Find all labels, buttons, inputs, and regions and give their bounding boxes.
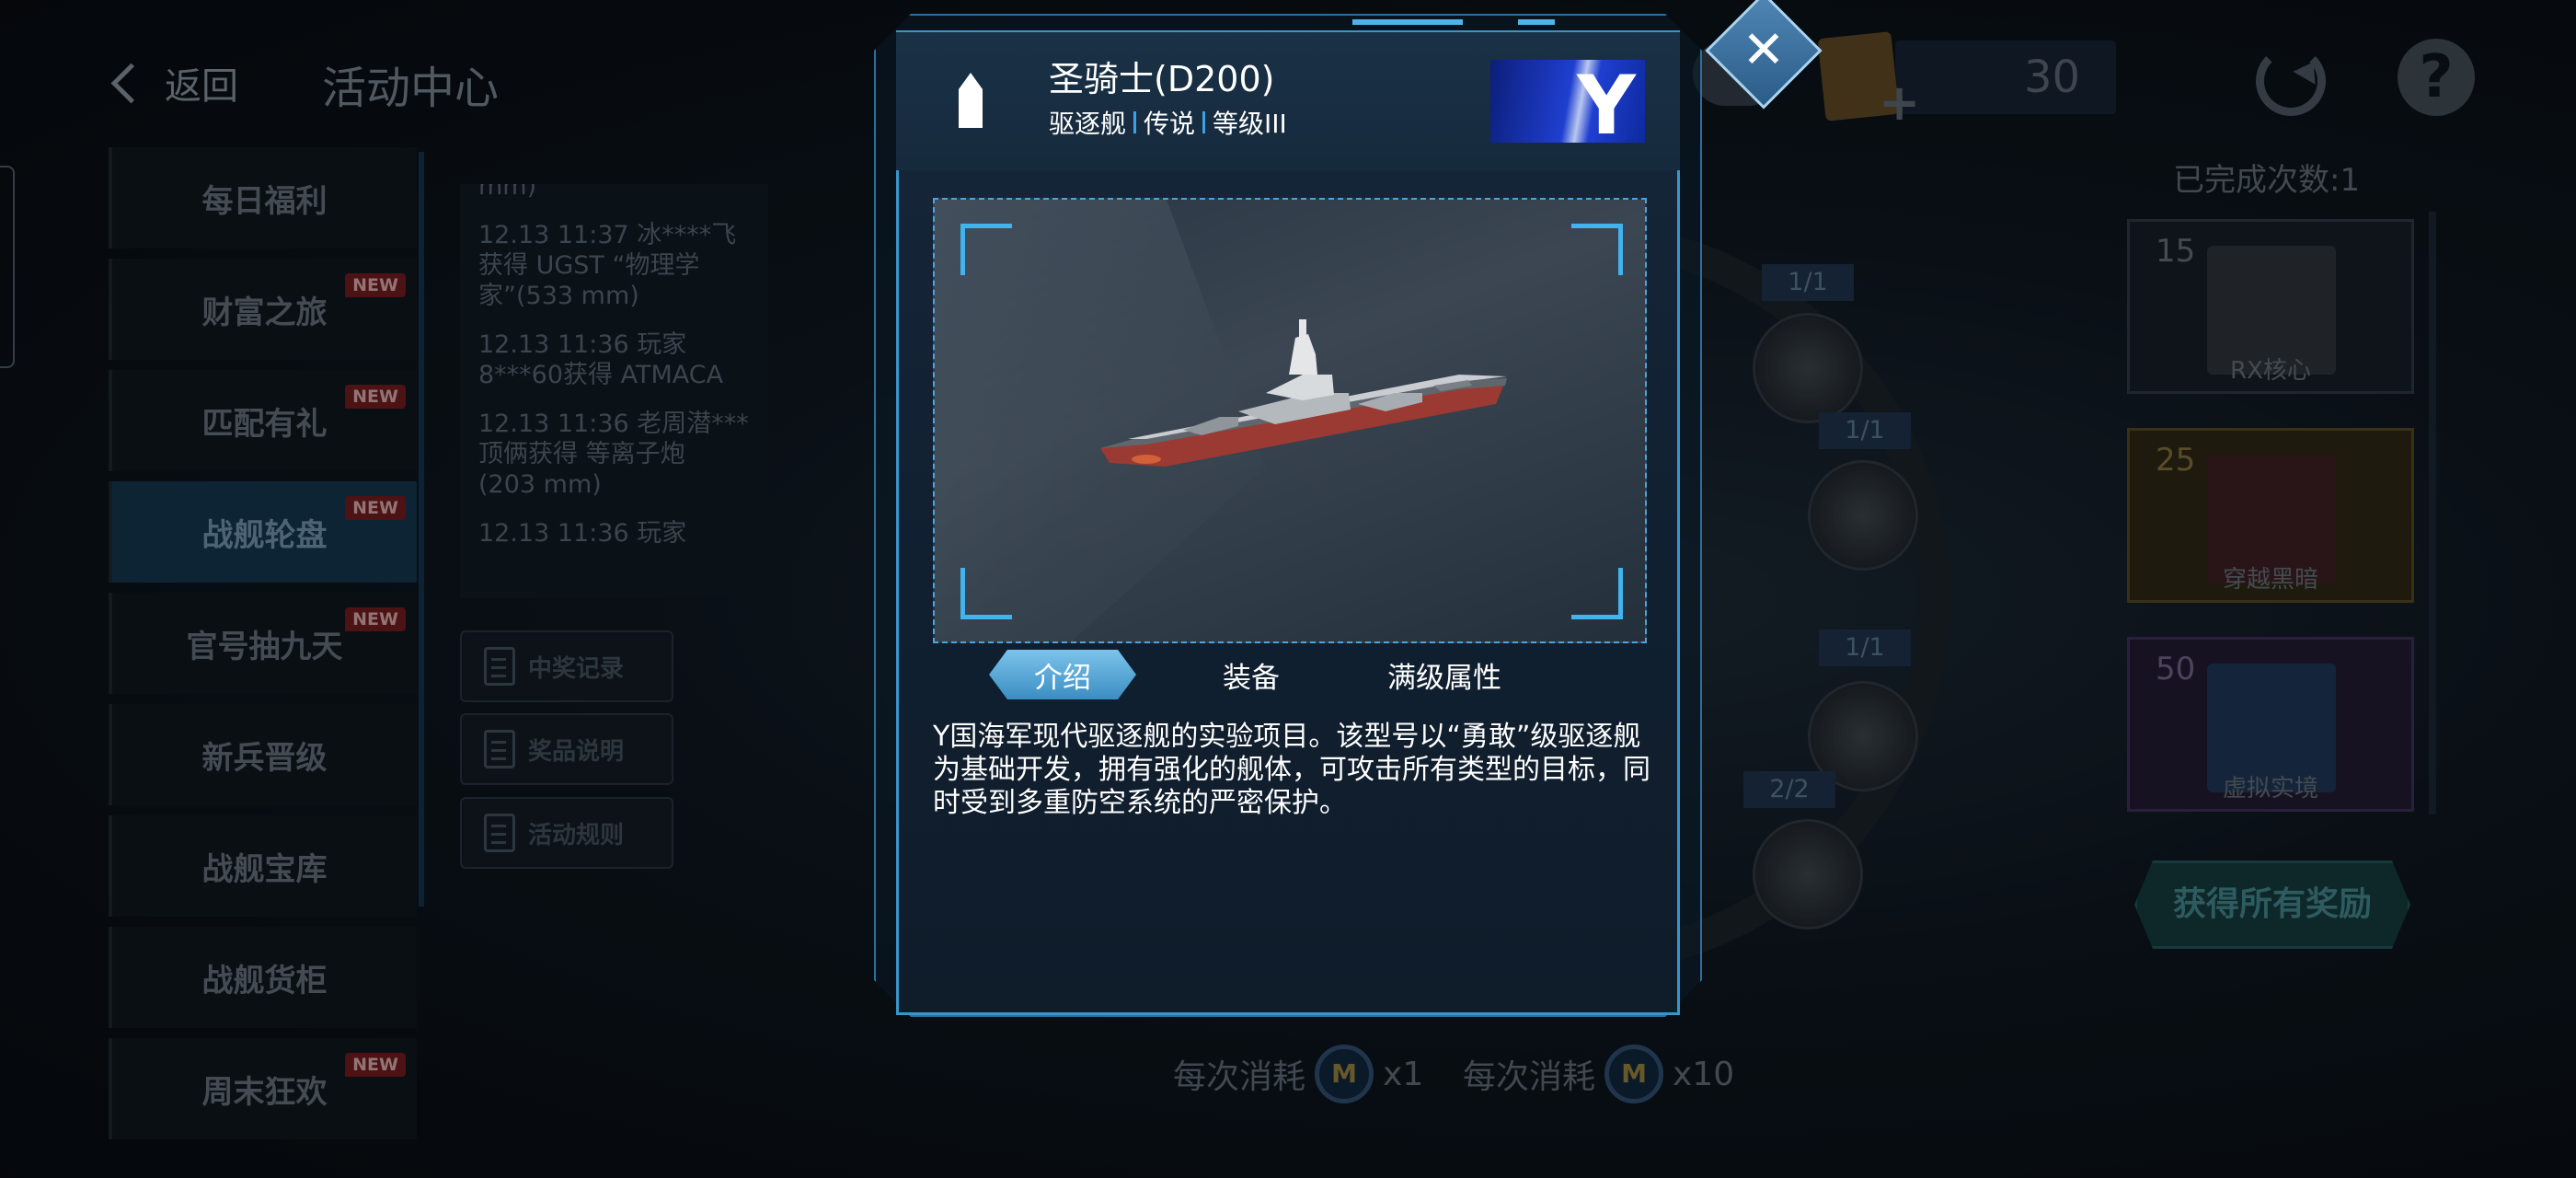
ship-description: Y国海军现代驱逐舰的实验项目。该型号以“勇敢”级驱逐舰为基础开发，拥有强化的舰体… — [933, 721, 1650, 819]
ship-preview — [933, 198, 1647, 643]
frame-corner — [1571, 568, 1623, 619]
close-icon[interactable]: ✕ — [1722, 9, 1805, 92]
nation-flag: Y — [1490, 60, 1645, 143]
ship-rarity: 传说 — [1144, 109, 1196, 139]
ship-meta: 驱逐舰 传说 等级III — [1049, 104, 1287, 141]
ship-detail-modal: 圣骑士(D200) 驱逐舰 传说 等级III Y 介绍 装备 满级属性 Y国海军… — [874, 14, 1702, 1017]
separator — [1133, 111, 1137, 133]
frame-corner — [960, 224, 1012, 275]
frame-decoration — [1352, 19, 1463, 25]
tab-equipment[interactable]: 装备 — [1182, 650, 1320, 699]
ship-type: 驱逐舰 — [1049, 109, 1127, 139]
frame-corner — [1571, 224, 1623, 275]
flag-letter: Y — [1577, 60, 1636, 143]
detail-tabs: 介绍 装备 满级属性 — [989, 647, 1615, 702]
tab-max-stats[interactable]: 满级属性 — [1352, 650, 1536, 699]
frame-decoration — [1518, 19, 1555, 25]
ship-model — [1100, 319, 1507, 467]
frame-corner — [960, 568, 1012, 619]
tab-intro[interactable]: 介绍 — [989, 650, 1136, 699]
ship-name: 圣骑士(D200) — [1049, 59, 1275, 99]
separator — [1202, 111, 1206, 133]
ship-level: 等级III — [1213, 109, 1287, 139]
